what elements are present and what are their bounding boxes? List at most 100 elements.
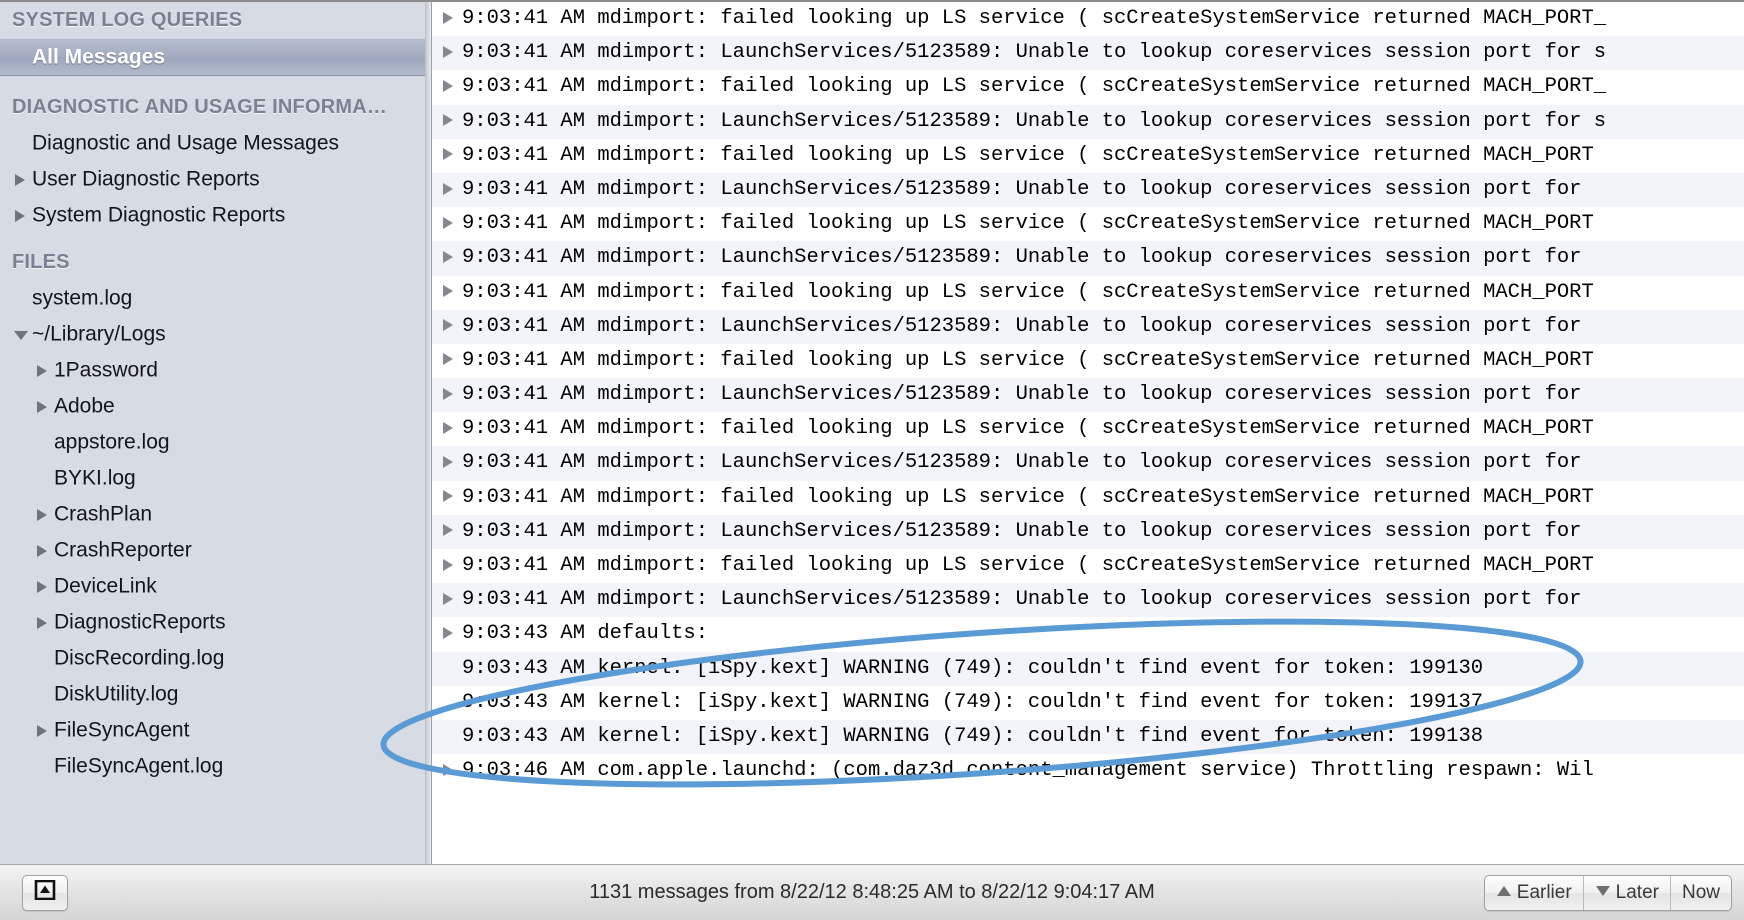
log-row[interactable]: 9:03:41 AM mdimport: LaunchServices/5123…	[432, 446, 1744, 481]
main-split: SYSTEM LOG QUERIES All Messages DIAGNOSTIC…	[0, 0, 1744, 864]
sidebar-item-filesyncagent-log[interactable]: FileSyncAgent.log	[0, 748, 425, 784]
log-row[interactable]: 9:03:43 AM kernel: [iSpy.kext] WARNING (…	[432, 719, 1744, 755]
sidebar-item-filesyncagent[interactable]: FileSyncAgent	[0, 712, 425, 748]
sidebar-item-crashplan[interactable]: CrashPlan	[0, 496, 425, 532]
disclosure-triangle-right-icon[interactable]	[440, 344, 462, 378]
disclosure-triangle-right-icon[interactable]	[34, 352, 54, 388]
disclosure-triangle-right-icon[interactable]	[440, 446, 462, 480]
sidebar-item-crashreporter[interactable]: CrashReporter	[0, 532, 425, 568]
nav-earlier-button[interactable]: Earlier	[1485, 875, 1584, 910]
log-row-text: 9:03:41 AM mdimport: LaunchServices/5123…	[462, 451, 1582, 475]
disclosure-triangle-right-icon[interactable]	[440, 105, 462, 139]
log-row[interactable]: 9:03:43 AM defaults:	[432, 617, 1744, 652]
sidebar-item-byki-log[interactable]: BYKI.log	[0, 460, 425, 496]
disclosure-triangle-right-icon[interactable]	[34, 712, 54, 748]
sidebar-item-appstore-log[interactable]: appstore.log	[0, 424, 425, 460]
disclosure-triangle-right-icon[interactable]	[34, 532, 54, 568]
triangle-down-icon	[1595, 882, 1611, 904]
log-row-text: 9:03:41 AM mdimport: LaunchServices/5123…	[462, 246, 1582, 270]
sidebar-item-all-messages[interactable]: All Messages	[0, 38, 425, 76]
sidebar-item-devicelink[interactable]: DeviceLink	[0, 568, 425, 604]
disclosure-triangle-right-icon[interactable]	[440, 481, 462, 515]
disclosure-triangle-right-icon[interactable]	[440, 617, 462, 651]
sidebar-scroll-area[interactable]: SYSTEM LOG QUERIES All Messages DIAGNOSTIC…	[0, 2, 425, 864]
disclosure-triangle-right-icon[interactable]	[440, 2, 462, 36]
disclosure-triangle-right-icon[interactable]	[440, 583, 462, 617]
message-count-summary: 1131 messages from 8/22/12 8:48:25 AM to…	[589, 881, 1155, 903]
disclosure-triangle-right-icon[interactable]	[440, 754, 462, 788]
log-row[interactable]: 9:03:41 AM mdimport: failed looking up L…	[432, 70, 1744, 105]
disclosure-triangle-right-icon[interactable]	[440, 207, 462, 241]
log-row[interactable]: 9:03:41 AM mdimport: LaunchServices/5123…	[432, 583, 1744, 618]
disclosure-triangle-right-icon[interactable]	[440, 378, 462, 412]
sidebar-item-library-logs[interactable]: ~/Library/Logs	[0, 316, 425, 352]
log-row-text: 9:03:43 AM kernel: [iSpy.kext] WARNING (…	[462, 690, 1484, 714]
log-row-list: 9:03:41 AM mdimport: failed looking up L…	[432, 2, 1744, 789]
disclosure-triangle-right-icon[interactable]	[440, 412, 462, 446]
disclosure-triangle-right-icon[interactable]	[440, 276, 462, 310]
disclosure-triangle-right-icon[interactable]	[440, 36, 462, 70]
disclosure-triangle-right-icon[interactable]	[34, 496, 54, 532]
disclosure-triangle-right-icon[interactable]	[12, 197, 32, 233]
log-row[interactable]: 9:03:41 AM mdimport: failed looking up L…	[432, 138, 1744, 173]
disclosure-triangle-right-icon[interactable]	[440, 139, 462, 173]
log-row[interactable]: 9:03:41 AM mdimport: failed looking up L…	[432, 275, 1744, 310]
log-message-pane[interactable]: 9:03:41 AM mdimport: failed looking up L…	[432, 0, 1744, 864]
log-row[interactable]: 9:03:41 AM mdimport: LaunchServices/5123…	[432, 241, 1744, 276]
log-row[interactable]: 9:03:41 AM mdimport: failed looking up L…	[432, 207, 1744, 242]
log-row[interactable]: 9:03:41 AM mdimport: LaunchServices/5123…	[432, 172, 1744, 208]
sidebar-section-header: DIAGNOSTIC AND USAGE INFORMA…	[12, 96, 388, 118]
sidebar-item-diagnostic-and-usage-messages[interactable]: Diagnostic and Usage Messages	[0, 125, 425, 161]
log-row[interactable]: 9:03:41 AM mdimport: failed looking up L…	[432, 549, 1744, 584]
sidebar-item-label: CrashPlan	[54, 502, 153, 526]
log-row[interactable]: 9:03:43 AM kernel: [iSpy.kext] WARNING (…	[432, 685, 1744, 720]
log-row[interactable]: 9:03:41 AM mdimport: LaunchServices/5123…	[432, 104, 1744, 139]
sidebar-divider[interactable]	[425, 0, 432, 864]
sidebar-item-discrecording-log[interactable]: DiscRecording.log	[0, 640, 425, 676]
disclosure-triangle-right-icon[interactable]	[440, 549, 462, 583]
sidebar-item-diagnosticreports[interactable]: DiagnosticReports	[0, 604, 425, 640]
sidebar: SYSTEM LOG QUERIES All Messages DIAGNOSTIC…	[0, 0, 425, 864]
log-row[interactable]: 9:03:41 AM mdimport: LaunchServices/5123…	[432, 514, 1744, 549]
time-navigation-segmented-control[interactable]: Earlier Later Now	[1483, 874, 1732, 911]
sidebar-item-label: 1Password	[54, 358, 158, 382]
triangle-up-icon	[1496, 882, 1512, 904]
log-row[interactable]: 9:03:41 AM mdimport: LaunchServices/5123…	[432, 378, 1744, 413]
sidebar-item-label: DiskUtility.log	[54, 682, 179, 706]
sidebar-item-adobe[interactable]: Adobe	[0, 388, 425, 424]
nav-button-label: Earlier	[1516, 881, 1572, 903]
disclosure-triangle-right-icon[interactable]	[440, 515, 462, 549]
log-row-text: 9:03:41 AM mdimport: failed looking up L…	[462, 212, 1594, 236]
log-row[interactable]: 9:03:41 AM mdimport: failed looking up L…	[432, 480, 1744, 515]
sidebar-item-user-diagnostic-reports[interactable]: User Diagnostic Reports	[0, 161, 425, 197]
disclosure-triangle-right-icon[interactable]	[440, 70, 462, 104]
disclosure-triangle-right-icon[interactable]	[34, 388, 54, 424]
disclosure-triangle-down-icon[interactable]	[12, 316, 32, 352]
log-row-text: 9:03:41 AM mdimport: failed looking up L…	[462, 417, 1594, 441]
sidebar-item-system-diagnostic-reports[interactable]: System Diagnostic Reports	[0, 197, 425, 233]
log-row[interactable]: 9:03:46 AM com.apple.launchd: (com.daz3d…	[432, 754, 1744, 789]
log-row-text: 9:03:41 AM mdimport: LaunchServices/5123…	[462, 314, 1582, 338]
nav-later-button[interactable]: Later	[1584, 875, 1671, 910]
log-row[interactable]: 9:03:41 AM mdimport: failed looking up L…	[432, 412, 1744, 447]
log-row-text: 9:03:41 AM mdimport: LaunchServices/5123…	[462, 109, 1607, 133]
log-row[interactable]: 9:03:41 AM mdimport: failed looking up L…	[432, 2, 1744, 37]
log-row[interactable]: 9:03:41 AM mdimport: LaunchServices/5123…	[432, 36, 1744, 71]
log-row[interactable]: 9:03:41 AM mdimport: LaunchServices/5123…	[432, 309, 1744, 344]
sidebar-item-label: BYKI.log	[54, 466, 136, 490]
sidebar-item-system-log[interactable]: system.log	[0, 280, 425, 316]
disclosure-triangle-right-icon[interactable]	[34, 604, 54, 640]
sidebar-item-diskutility-log[interactable]: DiskUtility.log	[0, 676, 425, 712]
sidebar-item-1password[interactable]: 1Password	[0, 352, 425, 388]
disclosure-triangle-right-icon[interactable]	[440, 241, 462, 275]
log-row[interactable]: 9:03:43 AM kernel: [iSpy.kext] WARNING (…	[432, 651, 1744, 686]
disclosure-triangle-right-icon[interactable]	[12, 161, 32, 197]
nav-now-button[interactable]: Now	[1671, 876, 1731, 910]
sidebar-item-label: All Messages	[32, 45, 166, 69]
disclosure-triangle-right-icon[interactable]	[440, 173, 462, 207]
log-row-text: 9:03:41 AM mdimport: failed looking up L…	[462, 143, 1594, 167]
disclosure-triangle-right-icon[interactable]	[34, 568, 54, 604]
log-row[interactable]: 9:03:41 AM mdimport: failed looking up L…	[432, 343, 1744, 379]
sidebar-item-label: system.log	[32, 286, 133, 310]
disclosure-triangle-right-icon[interactable]	[440, 310, 462, 344]
